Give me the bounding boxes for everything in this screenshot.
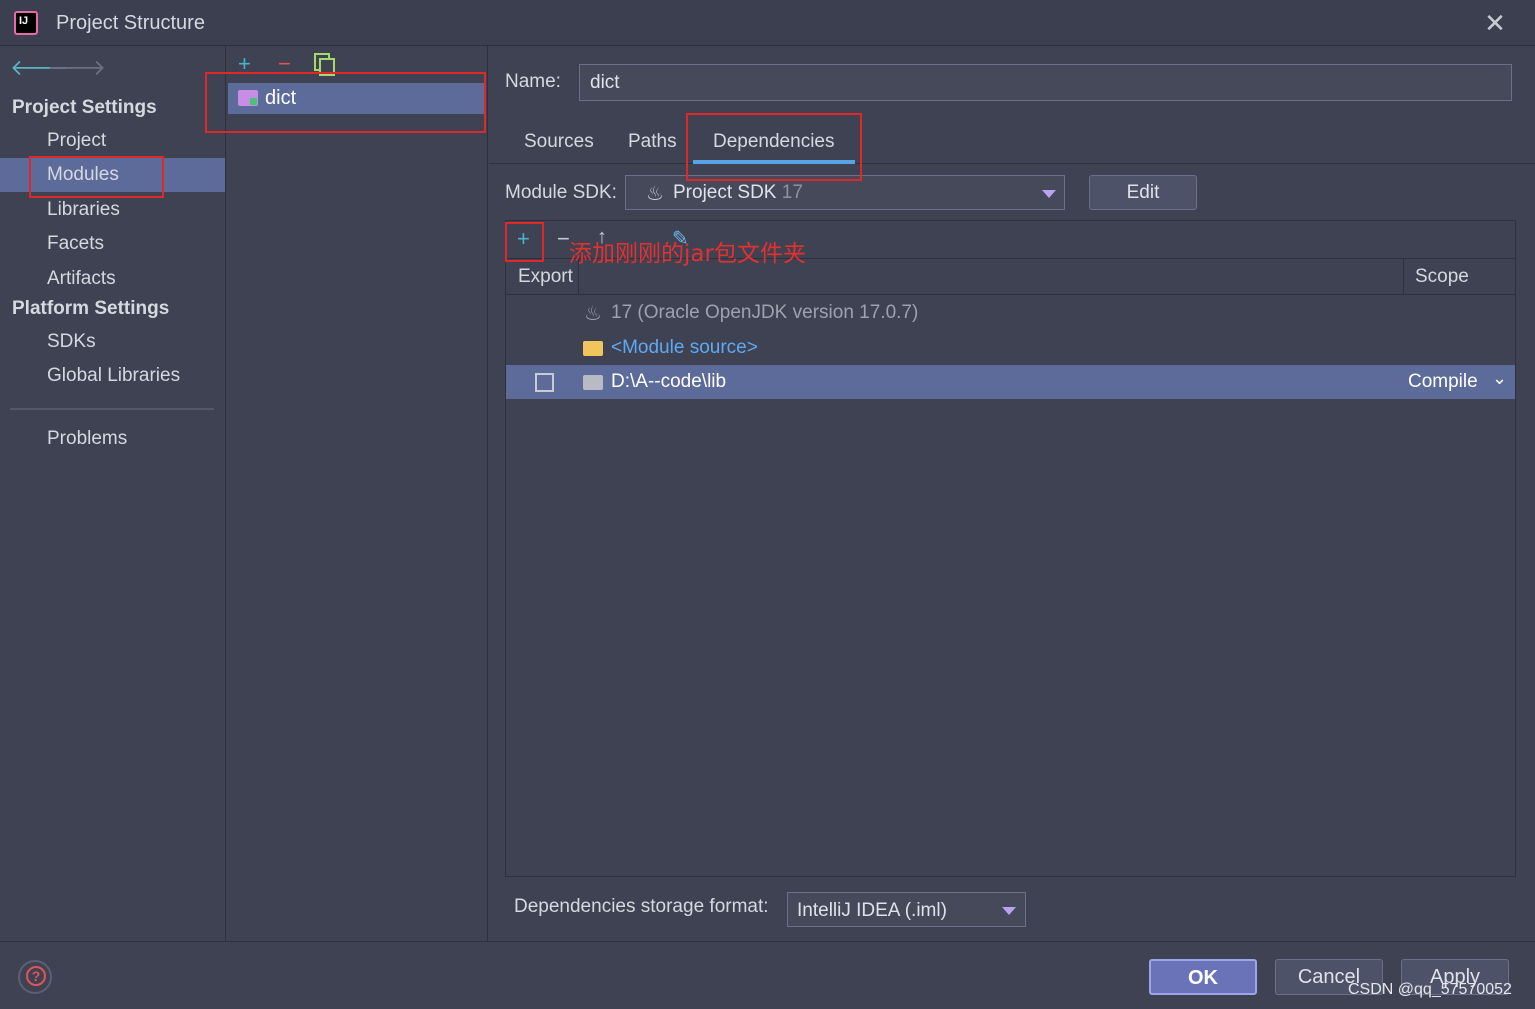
highlight-box xyxy=(505,222,544,262)
chevron-down-icon xyxy=(1002,907,1016,915)
chevron-down-icon[interactable]: ⌄ xyxy=(1492,368,1507,389)
forward-arrow-icon[interactable]: 🡒 xyxy=(47,55,106,81)
column-divider xyxy=(578,259,579,295)
title-bar xyxy=(0,0,1535,46)
sidebar-item-global-libraries[interactable]: Global Libraries xyxy=(0,359,225,393)
storage-format-value: IntelliJ IDEA (.iml) xyxy=(797,900,947,921)
storage-format-label: Dependencies storage format: xyxy=(514,896,769,917)
table-row[interactable]: D:\A--code\lib Compile ⌄ xyxy=(506,365,1515,399)
sdk-name: Project SDK xyxy=(673,182,777,203)
remove-dependency-icon[interactable]: − xyxy=(557,226,570,252)
edit-sdk-button[interactable]: Edit xyxy=(1089,175,1197,210)
column-header-scope: Scope xyxy=(1415,266,1469,287)
watermark: CSDN @qq_57570052 xyxy=(1348,981,1512,998)
sidebar-item-libraries[interactable]: Libraries xyxy=(0,193,225,227)
dependency-name: 17 (Oracle OpenJDK version 17.0.7) xyxy=(611,302,919,323)
close-icon[interactable]: ✕ xyxy=(1480,8,1510,38)
dependency-name: <Module source> xyxy=(611,337,758,358)
highlight-box xyxy=(205,72,486,133)
storage-format-dropdown[interactable]: IntelliJ IDEA (.iml) xyxy=(787,892,1026,927)
tab-sources[interactable]: Sources xyxy=(524,131,594,153)
scope-dropdown[interactable]: Compile xyxy=(1408,371,1478,393)
table-row[interactable]: <Module source> xyxy=(506,331,1515,365)
sdk-value: Project SDK 17 xyxy=(673,182,803,204)
java-icon: ♨ xyxy=(584,303,602,325)
highlight-box xyxy=(29,156,164,198)
module-sdk-label: Module SDK: xyxy=(505,182,617,203)
tabs-divider xyxy=(489,163,1535,164)
ok-button[interactable]: OK xyxy=(1149,959,1257,995)
sidebar-item-artifacts[interactable]: Artifacts xyxy=(0,262,225,296)
platform-settings-heading: Platform Settings xyxy=(12,298,170,319)
tab-paths[interactable]: Paths xyxy=(628,131,677,153)
help-icon: ? xyxy=(26,966,46,986)
sidebar-item-problems[interactable]: Problems xyxy=(0,422,225,456)
export-checkbox[interactable] xyxy=(535,373,554,392)
folder-icon xyxy=(583,341,603,356)
sdk-version: 17 xyxy=(781,182,803,203)
module-name-input[interactable] xyxy=(579,64,1512,101)
project-settings-heading: Project Settings xyxy=(12,97,157,118)
copy-module-icon[interactable] xyxy=(314,53,335,76)
table-header: Export Scope xyxy=(506,259,1515,295)
name-label: Name: xyxy=(505,71,561,92)
table-row[interactable]: ♨ 17 (Oracle OpenJDK version 17.0.7) xyxy=(506,296,1515,330)
column-header-export: Export xyxy=(518,266,573,287)
dependency-name: D:\A--code\lib xyxy=(611,371,727,392)
intellij-logo-icon: IJ xyxy=(14,11,38,35)
highlight-box xyxy=(686,113,862,181)
help-button[interactable]: ? xyxy=(18,960,52,994)
window-title: Project Structure xyxy=(56,12,205,34)
java-icon: ♨ xyxy=(646,183,664,205)
sidebar-item-project[interactable]: Project xyxy=(0,124,225,158)
folder-icon xyxy=(583,375,603,390)
sidebar-item-sdks[interactable]: SDKs xyxy=(0,325,225,359)
sidebar-divider xyxy=(10,408,214,410)
sidebar-item-facets[interactable]: Facets xyxy=(0,227,225,261)
module-list-panel xyxy=(227,46,488,941)
column-divider xyxy=(1403,259,1404,295)
chevron-down-icon xyxy=(1042,190,1056,198)
